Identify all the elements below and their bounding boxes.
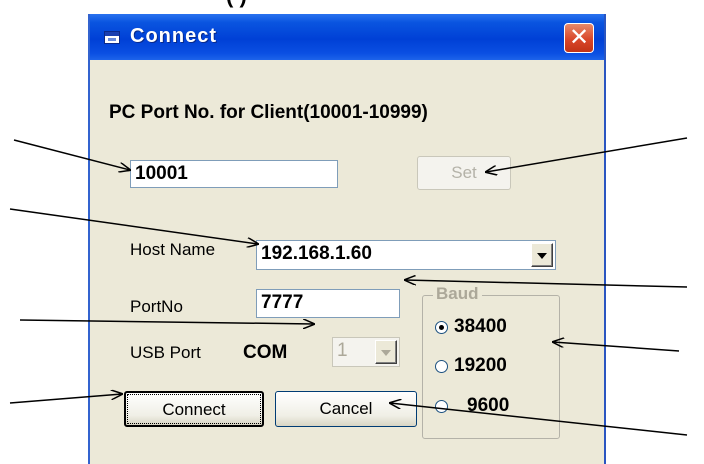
connect-button-label: Connect xyxy=(162,400,226,419)
host-name-combo[interactable]: 192.168.1.60 xyxy=(256,240,556,270)
host-name-value: 192.168.1.60 xyxy=(261,243,372,264)
radio-icon[interactable] xyxy=(435,360,448,373)
com-port-value: 1 xyxy=(337,340,348,361)
client-port-input[interactable]: 10001 xyxy=(130,160,338,188)
connect-button[interactable]: Connect xyxy=(124,391,264,427)
radio-icon[interactable] xyxy=(435,400,448,413)
baud-groupbox: Baud 38400 19200 9600 xyxy=(422,284,560,439)
client-port-label: PC Port No. for Client(10001-10999) xyxy=(109,102,428,123)
page-header: ( ) xyxy=(226,0,247,9)
close-icon[interactable]: ✕ xyxy=(564,23,594,53)
port-no-label: PortNo xyxy=(130,297,183,316)
com-label: COM xyxy=(243,342,288,363)
radio-icon[interactable] xyxy=(435,321,448,334)
chevron-down-icon[interactable] xyxy=(531,243,553,267)
host-name-label: Host Name xyxy=(130,240,216,259)
set-button[interactable]: Set xyxy=(417,156,511,190)
connect-dialog: Connect ✕ PC Port No. for Client(10001-1… xyxy=(88,14,606,464)
cancel-button-label: Cancel xyxy=(319,399,373,418)
chevron-down-icon[interactable] xyxy=(375,340,397,364)
port-no-input[interactable]: 7777 xyxy=(256,289,400,318)
com-port-combo[interactable]: 1 xyxy=(332,337,400,367)
cancel-button[interactable]: Cancel xyxy=(275,391,417,427)
window-icon xyxy=(104,31,120,44)
baud-legend: Baud xyxy=(433,284,482,304)
dialog-title: Connect xyxy=(130,25,217,47)
title-bar[interactable]: Connect ✕ xyxy=(90,14,604,60)
usb-port-label: USB Port xyxy=(130,343,201,362)
